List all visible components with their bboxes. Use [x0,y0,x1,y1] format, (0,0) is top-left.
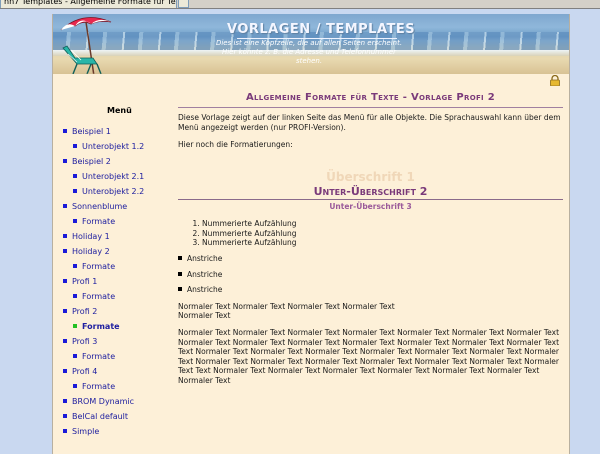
normal-text-line: Normaler Text [178,311,231,320]
menu-item-unterobjekt-2-1[interactable]: Unterobjekt 2.1 [73,172,144,182]
bullet-text: Anstriche [187,254,223,263]
menu-item-formate[interactable]: Formate [73,217,115,227]
menu-item-label: Formate [82,262,116,271]
square-bullet-icon [178,287,182,291]
menu-item-beispiel-2[interactable]: Beispiel 2 [63,157,111,167]
beach-chair-umbrella-illustration [60,17,112,74]
browser-chrome: nn7 Templates - Allgemeine Formate für T… [0,0,600,9]
intro-paragraph: Diese Vorlage zeigt auf der linken Seite… [178,113,561,132]
menu-item-label: BROM Dynamic [72,397,135,406]
bullet-icon [63,234,67,238]
menu-item-label: Formate [82,322,120,331]
bullet-icon [73,264,77,268]
menu-item-beispiel-1[interactable]: Beispiel 1 [63,127,111,137]
bullet-icon [63,429,67,433]
bullet-icon [63,309,67,313]
menu-item-label: Profi 1 [72,277,98,286]
browser-tab-close-button[interactable] [178,0,189,8]
lock-icon[interactable] [549,75,561,86]
bullet-icon [73,294,77,298]
bullet-icon [63,159,67,163]
menu-item-holiday-2[interactable]: Holiday 2 [63,247,110,257]
header-subtitle: Dies ist eine Kopfzeile, die auf allen S… [215,39,403,65]
bullet-icon [63,249,67,253]
menu-item-profi-1[interactable]: Profi 1 [63,277,97,287]
bullet-icon [73,384,77,388]
menu-item-brom-dynamic[interactable]: BROM Dynamic [63,397,134,407]
menu-item-formate[interactable]: Formate [73,292,115,302]
bullet-icon [63,279,67,283]
menu-item-label: Profi 4 [72,367,98,376]
menu-item-label: Holiday 2 [72,247,110,256]
numbered-list-item: Nummerierte Aufzählung [202,219,297,229]
bullet-icon [73,174,77,178]
menu-item-formate-active[interactable]: Formate [73,322,120,332]
bullet-text: Anstriche [187,285,223,294]
menu-item-label: Formate [82,292,116,301]
menu-item-unterobjekt-2-2[interactable]: Unterobjekt 2.2 [73,187,144,197]
bullet-list-item: Anstriche [178,270,222,279]
menu-item-label: Formate [82,352,116,361]
bullet-icon [73,144,77,148]
bullet-list-item: Anstriche [178,285,222,294]
numbered-list-item: Nummerierte Aufzählung [202,238,297,248]
menu-item-label: BelCal default [72,412,129,421]
menu-item-formate[interactable]: Formate [73,262,115,272]
heading-2-divider [178,199,563,200]
menu-item-label: Unterobjekt 2.1 [82,172,145,181]
menu-item-simple[interactable]: Simple [63,427,99,437]
bullet-icon [63,204,67,208]
bullet-icon [73,189,77,193]
bullet-icon [73,354,77,358]
bullet-icon [63,129,67,133]
menu-item-formate[interactable]: Formate [73,352,115,362]
bullet-icon [63,369,67,373]
bullet-icon [63,399,67,403]
browser-tab[interactable]: nn7 Templates - Allgemeine Formate für T… [0,0,177,8]
bullet-icon [63,339,67,343]
menu-item-label: Holiday 1 [72,232,110,241]
numbered-list-item: Nummerierte Aufzählung [202,229,297,239]
bullet-text: Anstriche [187,270,223,279]
bullet-icon [73,324,77,328]
bullet-icon [73,219,77,223]
menu-item-holiday-1[interactable]: Holiday 1 [63,232,110,242]
menu-item-label: Sonnenblume [72,202,128,211]
menu-item-unterobjekt-1-2[interactable]: Unterobjekt 1.2 [73,142,144,152]
bullet-list-item: Anstriche [178,254,222,263]
menu-item-label: Profi 3 [72,337,98,346]
menu-item-profi-3[interactable]: Profi 3 [63,337,97,347]
square-bullet-icon [178,272,182,276]
menu-item-label: Unterobjekt 1.2 [82,142,145,151]
menu-title: Menü [107,106,132,115]
title-divider [178,107,563,108]
menu-item-label: Formate [82,382,116,391]
menu-item-formate[interactable]: Formate [73,382,115,392]
square-bullet-icon [178,256,182,260]
page-title: Allgemeine Formate für Texte - Vorlage P… [246,92,495,103]
page-container: VORLAGEN / TEMPLATES Dies ist eine Kopfz… [52,14,570,454]
normal-text-block: Normaler Text Normaler Text Normaler Tex… [178,328,560,385]
menu-item-belcal-default[interactable]: BelCal default [63,412,128,422]
menu-item-label: Beispiel 1 [72,127,111,136]
menu-item-profi-4[interactable]: Profi 4 [63,367,97,377]
formatting-label: Hier noch die Formatierungen: [178,140,293,149]
menu-item-label: Beispiel 2 [72,157,111,166]
menu-item-label: Profi 2 [72,307,98,316]
site-title: VORLAGEN / TEMPLATES [227,22,416,37]
menu-item-label: Unterobjekt 2.2 [82,187,145,196]
heading-1: Überschrift 1 [326,170,415,184]
menu-item-label: Formate [82,217,116,226]
menu-item-sonnenblume[interactable]: Sonnenblume [63,202,127,212]
heading-2: Unter-Überschrift 2 [313,185,428,198]
numbered-list: Nummerierte Aufzählung Nummerierte Aufzä… [188,219,297,248]
menu-item-profi-2[interactable]: Profi 2 [63,307,97,317]
heading-3: Unter-Überschrift 3 [329,202,412,211]
bullet-icon [63,414,67,418]
header-banner: VORLAGEN / TEMPLATES Dies ist eine Kopfz… [53,14,569,74]
